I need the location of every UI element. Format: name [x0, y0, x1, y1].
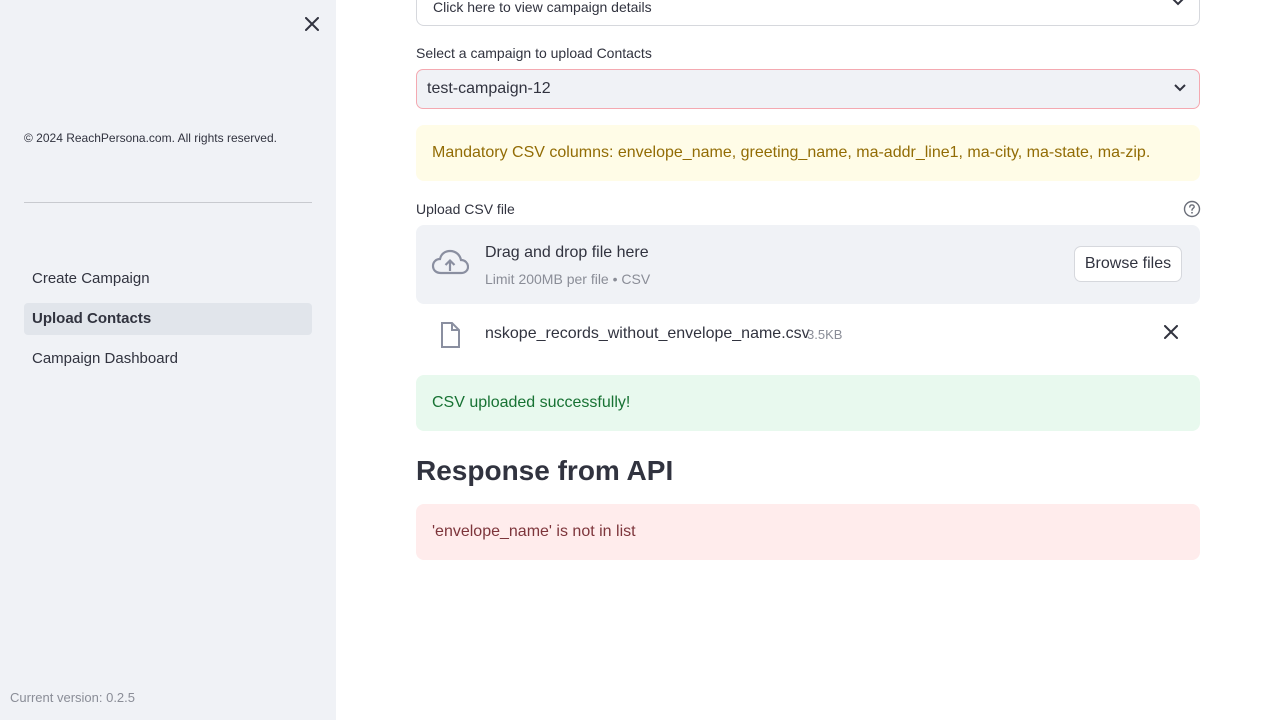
campaign-select[interactable]: test-campaign-12	[416, 69, 1200, 109]
sidebar-item-create-campaign[interactable]: Create Campaign	[24, 263, 312, 295]
mandatory-columns-warning: Mandatory CSV columns: envelope_name, gr…	[416, 125, 1200, 181]
select-campaign-label: Select a campaign to upload Contacts	[416, 45, 652, 61]
dropzone-subtitle: Limit 200MB per file • CSV	[485, 271, 651, 287]
sidebar-nav: Create Campaign Upload Contacts Campaign…	[24, 263, 312, 383]
browse-files-button[interactable]: Browse files	[1074, 246, 1182, 282]
uploaded-file-row: nskope_records_without_envelope_name.csv…	[416, 314, 1200, 356]
close-icon	[305, 17, 319, 31]
dropzone-title: Drag and drop file here	[485, 244, 649, 261]
campaign-select-value: test-campaign-12	[427, 80, 551, 97]
cloud-upload-icon	[431, 249, 469, 275]
api-error-alert: 'envelope_name' is not in list	[416, 504, 1200, 560]
expander-label: Click here to view campaign details	[433, 0, 652, 15]
close-sidebar-button[interactable]	[302, 14, 322, 34]
version-text: Current version: 0.2.5	[10, 690, 136, 705]
upload-csv-label: Upload CSV file	[416, 201, 515, 217]
file-dropzone[interactable]: Drag and drop file here Limit 200MB per …	[416, 225, 1200, 304]
campaign-details-expander[interactable]: Click here to view campaign details	[416, 0, 1200, 26]
sidebar-divider	[24, 202, 312, 203]
sidebar-item-campaign-dashboard[interactable]: Campaign Dashboard	[24, 343, 312, 375]
file-size: 3.5KB	[807, 327, 843, 342]
file-name: nskope_records_without_envelope_name.csv	[485, 325, 810, 342]
copyright-text: © 2024 ReachPersona.com. All rights rese…	[24, 131, 277, 145]
help-icon[interactable]	[1183, 200, 1201, 218]
chevron-down-icon	[1172, 0, 1184, 6]
sidebar: © 2024 ReachPersona.com. All rights rese…	[0, 0, 336, 720]
upload-success-alert: CSV uploaded successfully!	[416, 375, 1200, 431]
close-icon[interactable]	[1164, 325, 1178, 339]
chevron-down-icon	[1174, 84, 1186, 92]
file-icon	[441, 322, 460, 348]
sidebar-item-upload-contacts[interactable]: Upload Contacts	[24, 303, 312, 335]
response-heading: Response from API	[416, 455, 674, 486]
